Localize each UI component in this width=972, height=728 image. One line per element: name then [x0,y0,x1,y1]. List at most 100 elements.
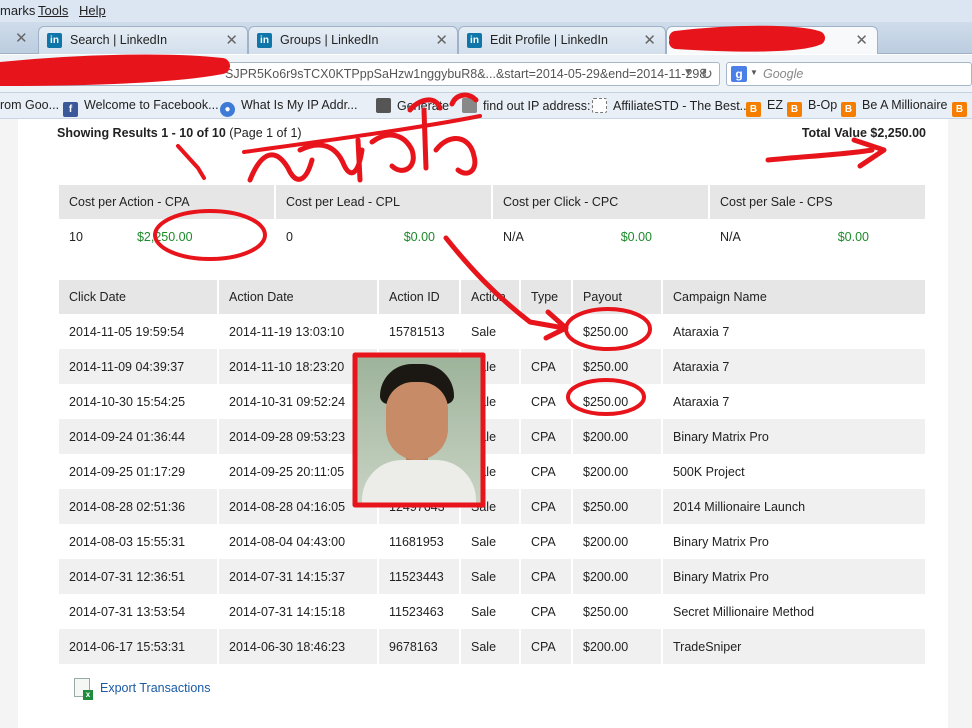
cell-campaign-name: Ataraxia 7 [673,324,730,339]
summary-amount: $2,250.00 [136,230,193,244]
summary-count: 0 [286,230,293,244]
cell-click-date: 2014-07-31 12:36:51 [59,559,217,594]
cell-type: CPA [521,489,571,524]
page-icon [462,98,477,113]
tab-strip: ✕ in Search | LinkedIn ✕ in Groups | Lin… [0,22,972,70]
linkedin-icon: in [47,33,62,48]
cell-campaign-name: 2014 Millionaire Launch [663,489,925,524]
excel-icon [74,678,93,700]
table-row: 2014-11-05 19:59:54 2014-11-19 13:03:10 15… [59,314,925,349]
summary-header-cpc: Cost per Click - CPC [493,185,708,219]
cell-payout: $250.00 [583,324,629,339]
address-url: SJPR5Ko6r9sTCX0KTPppSaHzw1nggybuR8&...&s… [225,67,707,81]
col-action[interactable]: Action [461,280,519,314]
dropdown-arrow-icon[interactable]: ▼ [683,67,693,78]
cell-action-id: 15781513 [389,324,445,339]
close-icon[interactable]: ✕ [855,31,868,49]
cell-action-date: 2014-11-10 18:23:20 [219,349,377,384]
cell-action-id: 11681953 [389,534,444,549]
bookmark-overflow[interactable]: B [952,98,972,117]
cell-click-date: 2014-09-24 01:36:44 [59,419,217,454]
export-transactions[interactable]: Export Transactions [74,678,210,700]
cell-campaign-name: Ataraxia 7 [673,394,730,409]
export-link[interactable]: Export Transactions [100,681,210,695]
cell-campaign-name: Ataraxia 7 [663,349,925,384]
cell-click-date: 2014-07-31 13:53:54 [69,604,186,619]
col-action-date[interactable]: Action Date [219,280,377,314]
close-icon[interactable]: ✕ [225,31,238,49]
tab-edit-profile-linkedin[interactable]: in Edit Profile | LinkedIn ✕ [458,26,666,54]
cell-payout: $250.00 [583,394,629,409]
table-row: 2014-10-30 15:54:25 2014-10-31 09:52:24 Sa… [59,384,925,419]
menu-bookmarks[interactable]: marks [0,3,35,18]
bookmark-generate[interactable]: Generate [376,98,449,113]
blogger-icon: B [787,102,802,117]
cell-type: CPA [531,394,556,409]
cell-action-date: 2014-09-28 09:53:23 [219,419,377,454]
address-bar[interactable]: SJPR5Ko6r9sTCX0KTPppSaHzw1nggybuR8&...&s… [0,62,720,86]
cell-type: CPA [531,604,556,619]
cell-payout: $200.00 [583,534,629,549]
bookmark-find-ip[interactable]: find out IP address: [462,98,590,113]
cell-payout: $250.00 [573,349,661,384]
cell-campaign-name: TradeSniper [663,629,925,664]
tab-groups-linkedin[interactable]: in Groups | LinkedIn ✕ [248,26,458,54]
menu-bar: marks Tools Help [0,0,972,22]
table-row: 2014-09-24 01:36:44 2014-09-28 09:53:23 Sa… [59,419,925,454]
col-click-date[interactable]: Click Date [59,280,217,314]
tab-label: Search | LinkedIn [70,33,168,47]
cell-action-id: 9678163 [379,629,459,664]
cell-payout: $200.00 [573,629,661,664]
table-row: 2014-06-17 15:53:31 2014-06-30 18:46:23 96… [59,629,925,664]
cell-action: Sale [461,629,519,664]
table-row: 2014-07-31 12:36:51 2014-07-31 14:15:37 11… [59,559,925,594]
bookmark-ip[interactable]: ● What Is My IP Addr... [220,98,357,117]
bookmark-item[interactable]: rom Goo... [0,98,59,112]
table-row: 2014-08-28 02:51:36 2014-08-28 04:16:05 12… [59,489,925,524]
tab-active[interactable]: ✕ [666,26,878,54]
cell-click-date: 2014-08-28 02:51:36 [59,489,217,524]
col-type[interactable]: Type [521,280,571,314]
table-row: 2014-09-25 01:17:29 2014-09-25 20:11:05 Sa… [59,454,925,489]
cell-action: Sale [461,559,519,594]
cell-action-date: 2014-11-19 13:03:10 [229,324,345,339]
cell-action: Sale [471,324,497,339]
cell-click-date: 2014-08-03 15:55:31 [69,534,186,549]
close-icon[interactable]: ✕ [435,31,448,49]
engine-dropdown-icon[interactable]: ▼ [750,68,758,77]
summary-table: Cost per Action - CPA Cost per Lead - CP… [57,185,927,255]
profile-photo [356,356,482,504]
menu-tools[interactable]: Tools [38,3,68,18]
col-payout[interactable]: Payout [573,280,661,314]
menu-help[interactable]: Help [79,3,106,18]
search-bar[interactable]: g ▼ Google [726,62,972,86]
summary-amount: $0.00 [620,230,652,244]
tab-search-linkedin[interactable]: in Search | LinkedIn ✕ [38,26,248,54]
bookmark-ez[interactable]: B EZ [746,98,783,117]
reload-icon[interactable]: ↻ [700,65,713,83]
bookmark-affiliatestd[interactable]: AffiliateSTD - The Best... [592,98,750,113]
close-icon[interactable]: ✕ [15,29,28,47]
cell-action-date: 2014-08-04 04:43:00 [229,534,346,549]
cell-campaign-name: Binary Matrix Pro [663,559,925,594]
col-campaign-name[interactable]: Campaign Name [663,280,925,314]
bookmark-millionaire[interactable]: B Be A Millionaire [841,98,947,117]
cell-action-date: 2014-06-30 18:46:23 [219,629,377,664]
table-row: 2014-07-31 13:53:54 2014-07-31 14:15:18 11… [59,594,925,629]
table-row: 2014-08-03 15:55:31 2014-08-04 04:43:00 11… [59,524,925,559]
col-action-id[interactable]: Action ID [379,280,459,314]
close-icon[interactable]: ✕ [643,31,656,49]
cell-payout: $200.00 [573,419,661,454]
tab-label: Edit Profile | LinkedIn [490,33,608,47]
summary-amount: $0.00 [403,230,435,244]
summary-header-cpl: Cost per Lead - CPL [276,185,491,219]
cell-action-date: 2014-07-31 14:15:37 [219,559,377,594]
search-placeholder: Google [763,67,804,81]
bookmark-facebook[interactable]: f Welcome to Facebook... [63,98,219,117]
cell-click-date: 2014-11-09 04:39:37 [59,349,217,384]
bookmark-bop[interactable]: B B-Op [787,98,837,117]
tab-label: Groups | LinkedIn [280,33,379,47]
cell-campaign-name: 500K Project [673,464,745,479]
cell-click-date: 2014-10-30 15:54:25 [69,394,186,409]
cell-click-date: 2014-11-05 19:59:54 [69,324,185,339]
